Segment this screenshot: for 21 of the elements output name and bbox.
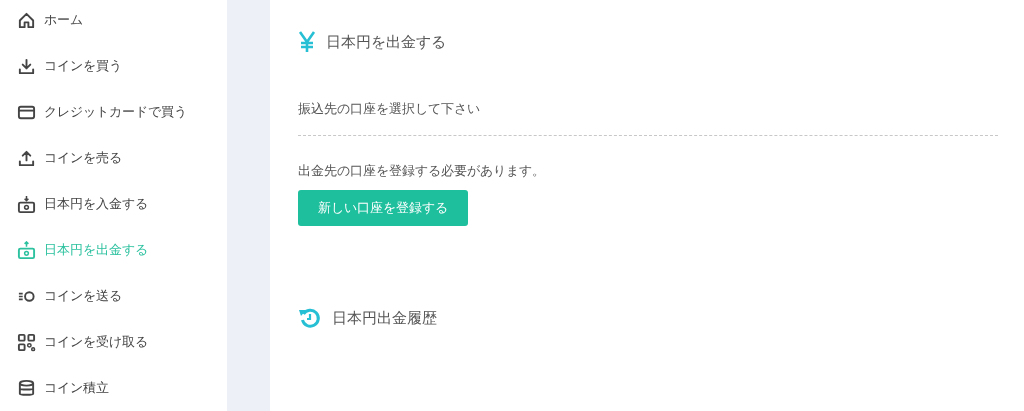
cash-withdraw-icon — [17, 240, 36, 260]
qr-code-icon — [17, 332, 36, 352]
cash-deposit-icon — [17, 194, 36, 214]
sidebar-item[interactable]: コイン積立 — [0, 365, 227, 411]
sidebar-item[interactable]: クレジットカードで買う — [0, 89, 227, 135]
notice-text: 出金先の口座を登録する必要があります。 — [298, 162, 546, 180]
download-icon — [17, 56, 36, 76]
database-icon — [17, 378, 36, 398]
sidebar-item[interactable]: 日本円を入金する — [0, 181, 227, 227]
sidebar-item[interactable]: ホーム — [0, 0, 227, 43]
sidebar-item[interactable]: コインを買う — [0, 43, 227, 89]
sidebar-item[interactable]: コインを受け取る — [0, 319, 227, 365]
upload-icon — [17, 148, 36, 168]
account-select-label: 振込先の口座を選択して下さい — [298, 100, 998, 136]
sidebar-item[interactable]: コインを売る — [0, 135, 227, 181]
home-icon — [17, 10, 36, 30]
sidebar-item[interactable]: コインを送る — [0, 273, 227, 319]
section-title: 日本円出金履歴 — [332, 308, 437, 328]
section-title: 日本円を出金する — [326, 32, 446, 52]
history-icon — [298, 306, 322, 330]
yen-icon — [298, 30, 316, 54]
